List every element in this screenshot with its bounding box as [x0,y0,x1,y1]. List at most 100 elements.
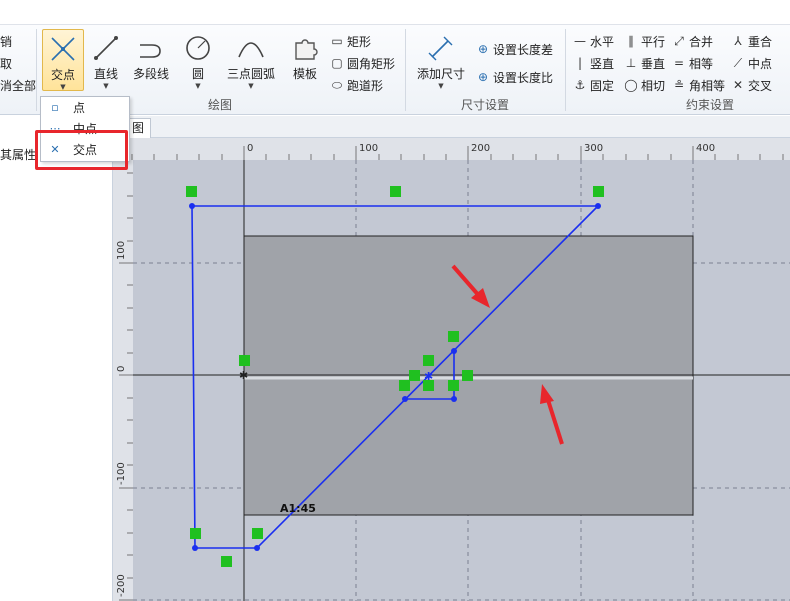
group-separator [36,29,37,111]
constraint-fixed[interactable]: ⚓ 固定 [573,75,614,95]
chevron-down-icon: ▼ [103,82,109,90]
rounded-rectangle-label: 圆角矩形 [347,56,396,71]
dimension-group-label: 尺寸设置 [460,98,509,112]
angle-dimension-label[interactable]: A1:45 [280,502,316,515]
cut-label-3[interactable]: 消全部 [0,77,36,94]
ruler-label-x: 300 [584,143,603,154]
drawing-canvas[interactable]: 0 100 200 300 400 100 0 -100 -200 ✱ ✱ A1… [113,138,790,601]
ruler-label-x: 0 [247,143,253,154]
group-separator [565,29,566,111]
add-dimension-button[interactable]: 添加尺寸 ▼ [414,29,468,91]
rectangle-label: 矩形 [347,34,372,49]
constraint-tangent[interactable]: ◯ 相切 [624,75,665,95]
constraint-merge[interactable]: ⤢ 合并 [672,31,713,51]
line-label: 直线 [93,67,118,81]
racetrack-icon: ⬭ [331,77,343,92]
ruler-label-x: 200 [471,143,490,154]
cross-icon: ✕ [732,78,744,92]
ruler-label-y: -200 [116,574,127,597]
constraint-label: 平行 [641,34,666,49]
dropdown-item-label: 点 [73,101,86,115]
anchor-icon: ⚓ [574,78,586,92]
ruler-label-x: 100 [359,143,378,154]
coincident-icon: ⅄ [734,34,742,48]
point-icon: ▫ [51,101,59,114]
tangent-icon: ◯ [624,78,638,92]
racetrack-button[interactable]: ⬭ 跑道形 [330,75,383,95]
constraint-horizontal[interactable]: — 水平 [573,31,614,51]
merge-icon: ⤢ [674,33,684,48]
properties-panel: 其属性 [0,116,113,601]
constraint-parallel[interactable]: ∥ 平行 [624,31,665,51]
line-icon [94,36,118,60]
title-strip [0,0,790,25]
constraint-perpendicular[interactable]: ⊥ 垂直 [624,53,665,73]
rectangle-button[interactable]: ▭ 矩形 [330,31,371,51]
template-icon [295,39,318,60]
draw-group-label: 绘图 [207,98,232,112]
midpoint-icon: ⟋ [733,55,743,70]
set-length-diff-button[interactable]: ⊕ 设置长度差 [476,39,553,59]
three-point-arc-label: 三点圆弧 [226,67,275,81]
chevron-down-icon: ▼ [248,82,254,90]
set-length-diff-label: 设置长度差 [493,42,554,57]
constraint-label: 交叉 [748,78,773,93]
set-length-ratio-button[interactable]: ⊕ 设置长度比 [476,67,553,87]
horizontal-icon: — [574,34,586,48]
constraint-midpoint[interactable]: ⟋ 中点 [731,53,772,73]
canvas-svg[interactable]: 0 100 200 300 400 100 0 -100 -200 ✱ ✱ A1… [113,138,790,601]
three-point-arc-icon [238,42,264,58]
dimension-icon [428,36,453,61]
template-button[interactable]: 模板 [286,29,324,91]
constraint-vertical[interactable]: | 竖直 [573,53,614,73]
constraint-cross[interactable]: ✕ 交叉 [731,75,772,95]
add-dimension-label: 添加尺寸 [416,67,465,81]
constraint-label: 角相等 [689,78,726,93]
intersection-button[interactable]: 交点 ▼ [42,29,84,91]
document-tab-bar: 图 [113,116,790,138]
racetrack-label: 跑道形 [347,78,384,93]
constraint-label: 固定 [590,78,615,93]
perpendicular-icon: ⊥ [625,56,637,70]
properties-label: 其属性 [0,148,37,162]
constraint-label: 垂直 [641,56,666,71]
constraint-label: 竖直 [590,56,615,71]
equal-angle-icon: ≗ [673,78,685,92]
set-length-ratio-label: 设置长度比 [493,70,554,85]
parallel-icon: ∥ [628,34,634,48]
vertical-ruler [113,160,133,601]
polyline-icon [140,44,161,58]
cut-label-2[interactable]: 取 [0,55,12,72]
chevron-down-icon: ▼ [195,82,201,90]
intersection-label: 交点 [50,68,75,82]
polyline-button[interactable]: 多段线 [128,29,174,91]
dropdown-item-point[interactable]: ▫ 点 [41,97,129,118]
rectangle-icon: ▭ [331,34,343,48]
constraint-label: 水平 [590,34,615,49]
ruler-label-y: 0 [116,366,127,372]
length-ratio-icon: ⊕ [477,70,489,84]
line-button[interactable]: 直线 ▼ [88,29,124,91]
circle-icon [186,36,210,60]
horizontal-ruler [113,138,790,160]
circle-button[interactable]: 圆 ▼ [180,29,216,91]
ruler-label-x: 400 [696,143,715,154]
constraint-label: 相切 [641,78,666,93]
rounded-rectangle-icon: ▢ [331,56,343,70]
constraint-coincident[interactable]: ⅄ 重合 [731,31,772,51]
constraint-equal-angle[interactable]: ≗ 角相等 [672,75,725,95]
three-point-arc-button[interactable]: 三点圆弧 ▼ [224,29,278,91]
constraint-label: 相等 [689,56,714,71]
group-separator [405,29,406,111]
polyline-label: 多段线 [132,67,169,81]
ruler-label-y: -100 [116,462,127,485]
origin-marker: ✱ [239,369,248,382]
constraint-equal[interactable]: = 相等 [672,53,713,73]
constraint-group-label: 约束设置 [685,98,734,112]
length-diff-icon: ⊕ [477,42,489,56]
highlight-annotation [35,130,128,170]
cut-label-1[interactable]: 销 [0,33,12,50]
chevron-down-icon: ▼ [60,83,66,91]
rounded-rectangle-button[interactable]: ▢ 圆角矩形 [330,53,395,73]
template-label: 模板 [292,67,317,81]
